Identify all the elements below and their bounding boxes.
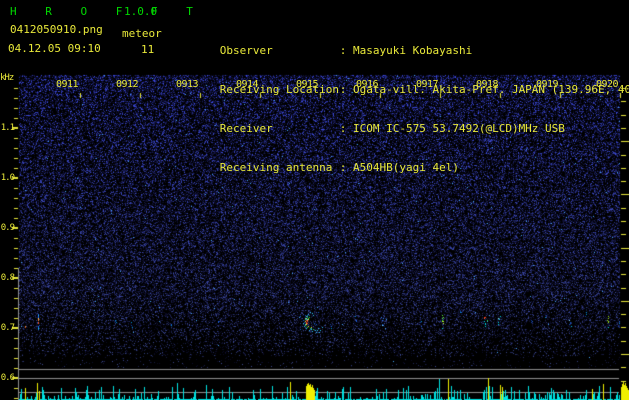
freq-tick-label: 0.9: [0, 223, 15, 233]
observation-datetime: 04.12.05 09:10: [8, 42, 101, 55]
freq-axis-unit-label: kHz: [0, 73, 14, 83]
freq-tick-label: 0.7: [0, 323, 15, 333]
receiving-antenna-row: Receiving antenna: A504HB(yagi 4el): [180, 148, 629, 174]
colon: :: [339, 44, 347, 57]
observer-row: Observer: Masayuki Kobayashi: [180, 31, 629, 57]
time-tick-label: 0914: [235, 79, 259, 90]
app-version: 1.0.0: [124, 5, 158, 18]
time-tick-label: 0919: [535, 79, 559, 90]
time-tick-label: 0920: [595, 79, 619, 90]
time-tick-label: 0918: [475, 79, 499, 90]
freq-tick-label: 1.1: [0, 123, 15, 133]
time-tick-label: 0915: [295, 79, 319, 90]
hrofft-screen: H R O F F T 1.0.0 0412050910.png meteor …: [0, 0, 629, 400]
freq-tick-label: 0.6: [0, 373, 15, 383]
time-tick-label: 0916: [355, 79, 379, 90]
time-tick-label: 0912: [115, 79, 139, 90]
receiver-label: Receiver: [219, 122, 273, 135]
colon: :: [339, 83, 347, 96]
freq-tick-label: 1.0: [0, 173, 15, 183]
receiving-antenna-label: Receiving antenna: [219, 161, 333, 174]
station-info-block: Observer: Masayuki Kobayashi Receiving L…: [180, 5, 629, 187]
meteor-count: 11: [141, 43, 155, 56]
observer-label: Observer: [219, 44, 273, 57]
mode-label: meteor: [122, 27, 162, 40]
receiver-value: ICOM IC-575 53.7492(@LCD)MHz USB: [353, 122, 565, 135]
colon: :: [339, 161, 347, 174]
time-tick-label: 0913: [175, 79, 199, 90]
time-tick-label: 0917: [415, 79, 439, 90]
time-tick-label: 0911: [55, 79, 79, 90]
receiving-antenna-value: A504HB(yagi 4el): [353, 161, 459, 174]
receiver-row: Receiver: ICOM IC-575 53.7492(@LCD)MHz U…: [180, 109, 629, 135]
app-title: H R O F F T: [10, 5, 204, 18]
freq-tick-label: 0.8: [0, 273, 15, 283]
output-filename: 0412050910.png: [10, 23, 103, 36]
observer-value: Masayuki Kobayashi: [353, 44, 473, 57]
colon: :: [339, 122, 347, 135]
